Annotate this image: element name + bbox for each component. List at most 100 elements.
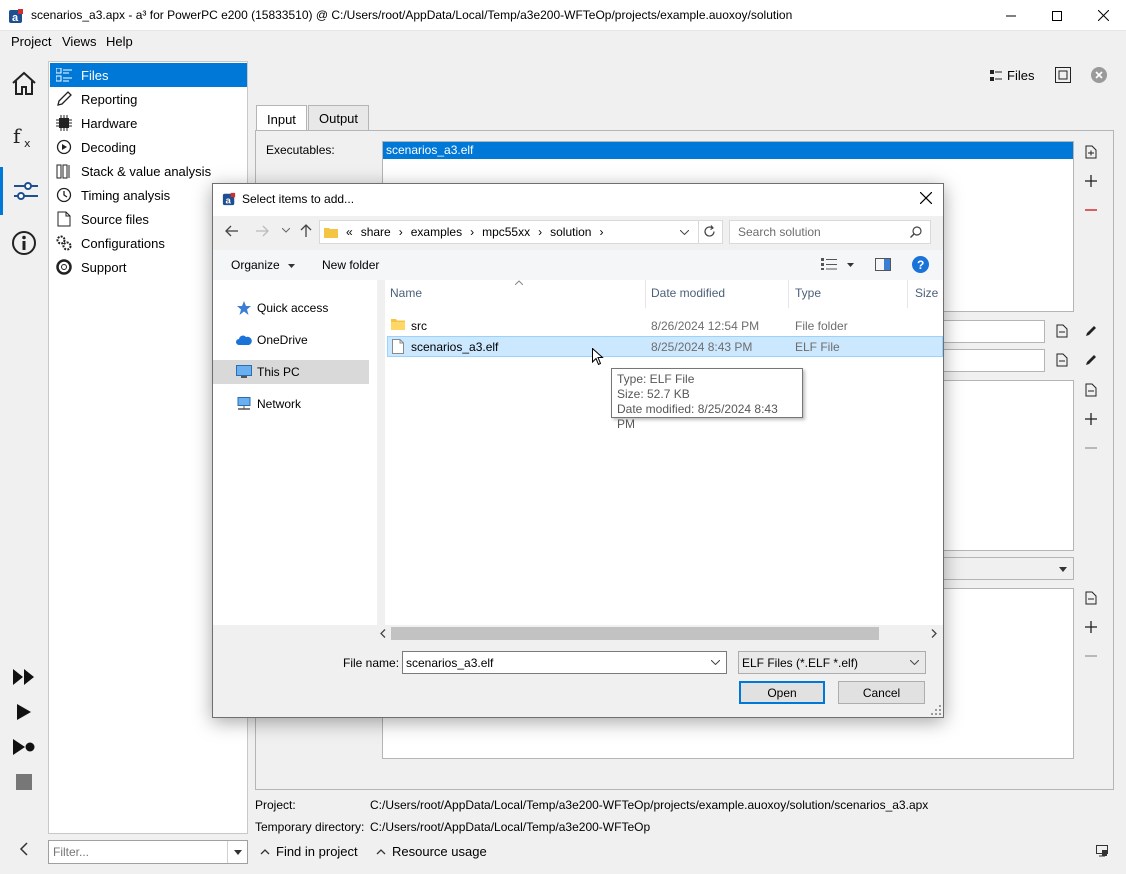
column-type[interactable]: Type [795,286,821,300]
executable-item[interactable]: scenarios_a3.elf [383,142,1073,159]
column-date-modified[interactable]: Date modified [651,286,725,300]
breadcrumb-solution[interactable]: solution [550,225,591,239]
settings-sliders-icon[interactable] [0,167,48,215]
organize-button[interactable]: Organize [231,258,296,272]
preview-pane-icon[interactable] [875,258,891,271]
resize-grip-icon[interactable] [931,705,941,715]
recent-locations-chevron-icon[interactable] [282,228,290,233]
files-view-button[interactable]: Files [990,68,1034,83]
tab-input[interactable]: Input [256,105,307,132]
add-icon[interactable] [1081,409,1101,429]
add-icon[interactable] [1081,617,1101,637]
maximize-button[interactable] [1034,0,1080,31]
function-icon[interactable]: fx [0,113,48,161]
nav-quick-access-label: Quick access [257,301,329,315]
remove-icon[interactable] [1081,200,1101,220]
minimize-button[interactable] [988,0,1034,31]
nav-this-pc[interactable]: This PC [213,360,369,384]
list-box-2[interactable] [940,380,1074,551]
stop-icon[interactable] [0,758,48,806]
filter-input[interactable] [49,841,224,863]
chevron-down-icon[interactable] [227,841,247,863]
nav-network[interactable]: Network [213,392,369,416]
add-file-icon[interactable] [1081,588,1101,608]
find-in-project-label: Find in project [276,844,358,859]
file-name-value: scenarios_a3.elf [406,655,494,670]
browse-file-icon[interactable] [1052,350,1072,370]
close-panel-icon[interactable] [1091,67,1107,83]
nav-onedrive[interactable]: OneDrive [213,328,369,352]
chevron-down-icon [288,263,296,268]
up-arrow-icon[interactable] [300,224,312,238]
file-type-select[interactable]: ELF Files (*.ELF *.elf) [738,651,926,674]
new-folder-button[interactable]: New folder [322,258,379,272]
combo-box[interactable] [940,557,1074,580]
menu-project[interactable]: Project [11,34,51,49]
refresh-icon[interactable] [703,225,716,238]
chevron-down-icon[interactable] [711,660,720,665]
info-icon[interactable] [0,219,48,267]
file-row-scenarios[interactable]: scenarios_a3.elf 8/25/2024 8:43 PM ELF F… [387,336,943,357]
breadcrumb-examples[interactable]: examples [411,225,462,239]
cancel-button[interactable]: Cancel [838,681,925,704]
search-box[interactable]: Search solution [729,220,931,244]
breadcrumb-share[interactable]: share [361,225,391,239]
fullscreen-icon[interactable] [1055,67,1071,83]
add-file-icon[interactable] [1081,380,1101,400]
nav-quick-access[interactable]: Quick access [213,296,369,320]
app-logo-icon: a [8,8,24,24]
nav-item-files[interactable]: Files [50,63,247,87]
monitor-icon[interactable] [1096,845,1108,857]
breadcrumb-mpc55xx[interactable]: mpc55xx [482,225,530,239]
menu-bar: Project Views Help [0,31,1126,53]
collapse-chevron-icon[interactable] [0,825,48,873]
menu-help[interactable]: Help [106,34,133,49]
tab-output[interactable]: Output [308,105,370,131]
resource-usage-button[interactable]: Resource usage [376,844,487,859]
nav-item-decoding[interactable]: Decoding [50,135,247,159]
view-dropdown-icon[interactable] [847,263,854,267]
column-size[interactable]: Size [915,286,938,300]
edit-pencil-icon[interactable] [1081,350,1101,370]
scroll-right-icon[interactable] [931,629,937,638]
home-icon[interactable] [0,59,48,107]
edit-pencil-icon[interactable] [1081,321,1101,341]
left-rail: fx [0,53,48,874]
address-bar[interactable]: « share › examples › mpc55xx › solution … [319,220,723,244]
browse-file-icon[interactable] [1052,321,1072,341]
field-input-1[interactable] [940,320,1045,343]
forward-arrow-icon[interactable] [255,225,269,237]
help-icon[interactable]: ? [912,256,929,273]
nav-this-pc-label: This PC [257,365,300,379]
file-type: ELF File [795,340,840,354]
add-file-icon[interactable] [1081,142,1101,162]
file-name-input[interactable]: scenarios_a3.elf [402,651,727,674]
address-divider [698,221,699,243]
scroll-left-icon[interactable] [380,629,386,638]
open-button[interactable]: Open [739,681,825,704]
window-title: scenarios_a3.apx - a³ for PowerPC e200 (… [31,8,793,22]
find-in-project-button[interactable]: Find in project [260,844,358,859]
organize-label: Organize [231,258,280,272]
nav-item-label: Support [81,259,127,275]
view-options-icon[interactable] [821,258,837,270]
close-window-button[interactable] [1080,0,1126,31]
menu-views[interactable]: Views [62,34,96,49]
filter-combo[interactable] [48,840,248,864]
back-arrow-icon[interactable] [225,225,239,237]
field-input-2[interactable] [940,349,1045,372]
breadcrumb-overflow[interactable]: « [346,225,353,239]
nav-item-hardware[interactable]: Hardware [50,111,247,135]
remove-icon[interactable] [1081,646,1101,666]
add-icon[interactable] [1081,171,1101,191]
nav-item-reporting[interactable]: Reporting [50,87,247,111]
column-name[interactable]: Name [390,286,422,300]
scrollbar-thumb[interactable] [391,627,879,640]
horizontal-scrollbar[interactable] [377,625,943,642]
remove-icon[interactable] [1081,438,1101,458]
address-dropdown-icon[interactable] [680,230,689,235]
nav-item-label: Timing analysis [81,187,171,203]
nav-item-stack-value-analysis[interactable]: Stack & value analysis [50,159,247,183]
close-icon[interactable] [920,192,932,204]
file-row-src[interactable]: src 8/26/2024 12:54 PM File folder [387,315,943,336]
